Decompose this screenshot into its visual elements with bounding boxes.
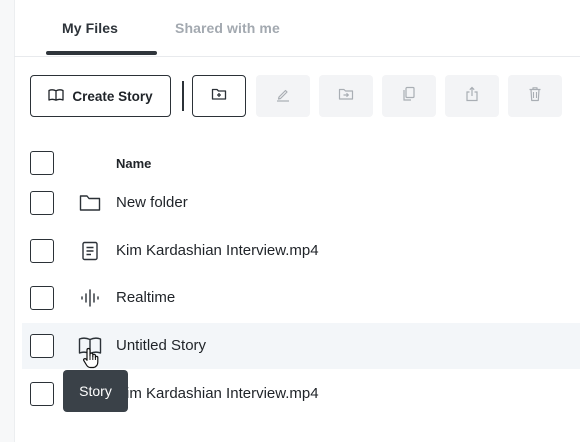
move-to-folder-icon xyxy=(338,87,354,106)
create-story-label: Create Story xyxy=(72,88,153,104)
table-row[interactable]: Realtime xyxy=(22,275,580,321)
hand-pointer-cursor-icon xyxy=(82,347,100,374)
file-tabs: My Files Shared with me xyxy=(14,0,580,57)
row-checkbox[interactable] xyxy=(30,382,54,406)
duplicate-button[interactable] xyxy=(382,75,436,117)
audio-waveform-icon xyxy=(78,287,102,309)
tab-shared-with-me[interactable]: Shared with me xyxy=(175,20,280,36)
row-name: Kim Kardashian Interview.mp4 xyxy=(116,242,319,259)
toolbar-divider xyxy=(182,81,184,111)
row-name: Realtime xyxy=(116,289,176,306)
rename-pencil-icon xyxy=(275,86,291,107)
table-row[interactable]: New folder xyxy=(22,180,580,226)
row-name: Untitled Story xyxy=(116,337,207,354)
active-tab-indicator xyxy=(46,51,157,55)
create-story-button[interactable]: Create Story xyxy=(30,75,171,117)
table-row[interactable]: Kim Kardashian Interview.mp4 xyxy=(22,228,580,274)
select-all-checkbox[interactable] xyxy=(30,151,54,175)
row-checkbox[interactable] xyxy=(30,239,54,263)
rename-button[interactable] xyxy=(256,75,310,117)
story-tooltip: Story xyxy=(63,370,128,412)
move-button[interactable] xyxy=(319,75,373,117)
share-export-icon xyxy=(465,86,479,107)
new-folder-icon xyxy=(211,87,227,106)
new-folder-button[interactable] xyxy=(192,75,246,117)
tab-my-files[interactable]: My Files xyxy=(62,20,118,36)
row-name: Kim Kardashian Interview.mp4 xyxy=(116,385,319,402)
folder-icon xyxy=(78,192,102,214)
table-row[interactable]: Untitled Story xyxy=(22,323,580,369)
duplicate-icon xyxy=(402,86,416,107)
row-checkbox[interactable] xyxy=(30,334,54,358)
trash-icon xyxy=(528,86,542,107)
row-checkbox[interactable] xyxy=(30,286,54,310)
row-name: New folder xyxy=(116,194,188,211)
open-book-icon xyxy=(48,88,64,105)
share-button[interactable] xyxy=(445,75,499,117)
row-checkbox[interactable] xyxy=(30,191,54,215)
left-panel-edge xyxy=(0,0,15,442)
name-column-header[interactable]: Name xyxy=(116,156,151,171)
document-icon xyxy=(78,240,102,262)
delete-button[interactable] xyxy=(508,75,562,117)
file-toolbar: Create Story xyxy=(30,75,580,119)
